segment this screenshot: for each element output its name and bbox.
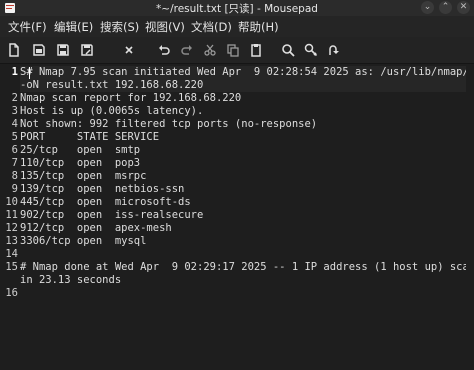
line-number: 8	[11, 170, 18, 182]
text-content[interactable]: S# Nmap 7.95 scan initiated Wed Apr 9 02…	[20, 66, 474, 300]
line-number: 10	[5, 196, 18, 208]
code-line: # Nmap done at Wed Apr 9 02:29:17 2025 -…	[20, 261, 474, 273]
code-line: PORT STATE SERVICE	[20, 131, 160, 143]
new-window-icon[interactable]	[31, 42, 47, 58]
close-window-button[interactable]: ✕	[457, 1, 470, 14]
code-line: S# Nmap 7.95 scan initiated Wed Apr 9 02…	[20, 66, 474, 78]
copy-icon[interactable]	[225, 42, 241, 58]
redo-icon[interactable]	[179, 42, 195, 58]
line-number	[0, 274, 20, 287]
line-number: 15	[5, 261, 18, 273]
code-line: Not shown: 992 filtered tcp ports (no-re…	[20, 118, 318, 130]
code-line: 445/tcp open microsoft-ds	[20, 196, 191, 208]
save-as-icon[interactable]	[79, 42, 95, 58]
title-bar: *~/result.txt [只读] - Mousepad ⌄ ⌃ ✕	[0, 0, 474, 16]
code-line: -oN result.txt 192.168.68.220	[20, 79, 204, 91]
text-editor-area[interactable]: 1 2 3 4 5 6 7 8 9 10 11 12 13 14 15 16 S# Nmap 7.95 sca…	[0, 64, 474, 370]
window-title: *~/result.txt [只读] - Mousepad	[156, 3, 318, 15]
menu-edit[interactable]: 编辑(E)	[54, 19, 93, 35]
minimize-button[interactable]: ⌄	[421, 1, 434, 14]
code-line: 25/tcp open smtp	[20, 144, 141, 156]
line-number: 3	[11, 105, 18, 117]
code-line: 902/tcp open iss-realsecure	[20, 209, 204, 221]
line-number: 9	[11, 183, 18, 195]
save-icon[interactable]	[55, 42, 71, 58]
code-line: Host is up (0.0065s latency).	[20, 105, 204, 117]
code-line: 139/tcp open netbios-ssn	[20, 183, 185, 195]
line-number-gutter: 1 2 3 4 5 6 7 8 9 10 11 12 13 14 15 16	[0, 66, 20, 300]
line-number: 5	[11, 131, 18, 143]
jump-icon[interactable]	[325, 42, 341, 58]
vertical-scrollbar[interactable]	[466, 64, 474, 370]
line-number: 14	[5, 248, 18, 260]
clipboard-icon[interactable]	[248, 42, 264, 58]
undo-icon[interactable]	[156, 42, 172, 58]
line-number	[0, 79, 20, 92]
code-line: 110/tcp open pop3	[20, 157, 141, 169]
menu-file[interactable]: 文件(F)	[8, 19, 47, 35]
code-line: in 23.13 seconds	[20, 274, 122, 286]
code-line: 912/tcp open apex-mesh	[20, 222, 172, 234]
line-number: 11	[5, 209, 18, 221]
line-number: 4	[11, 118, 18, 130]
menu-bar: 文件(F) 编辑(E) 搜索(S) 视图(V) 文档(D) 帮助(H)	[0, 16, 474, 37]
maximize-button[interactable]: ⌃	[439, 1, 452, 14]
code-line: 135/tcp open msrpc	[20, 170, 147, 182]
search-icon[interactable]	[280, 42, 296, 58]
line-number: 12	[5, 222, 18, 234]
menu-view[interactable]: 视图(V)	[145, 19, 185, 35]
menu-document[interactable]: 文档(D)	[191, 19, 232, 35]
line-number: 16	[5, 287, 18, 299]
line-number: 6	[11, 144, 18, 156]
menu-search[interactable]: 搜索(S)	[100, 19, 139, 35]
toolbar	[0, 37, 474, 64]
find-replace-icon[interactable]	[303, 42, 319, 58]
new-document-icon[interactable]	[6, 42, 22, 58]
line-number: 7	[11, 157, 18, 169]
code-line: 3306/tcp open mysql	[20, 235, 147, 247]
line-number: 13	[5, 235, 18, 247]
text-caret	[29, 67, 30, 79]
line-number: 1	[11, 66, 18, 78]
line-number: 2	[11, 92, 18, 104]
close-icon[interactable]	[121, 42, 137, 58]
code-line: Nmap scan report for 192.168.68.220	[20, 92, 242, 104]
menu-help[interactable]: 帮助(H)	[238, 19, 279, 35]
scissors-icon[interactable]	[202, 42, 218, 58]
